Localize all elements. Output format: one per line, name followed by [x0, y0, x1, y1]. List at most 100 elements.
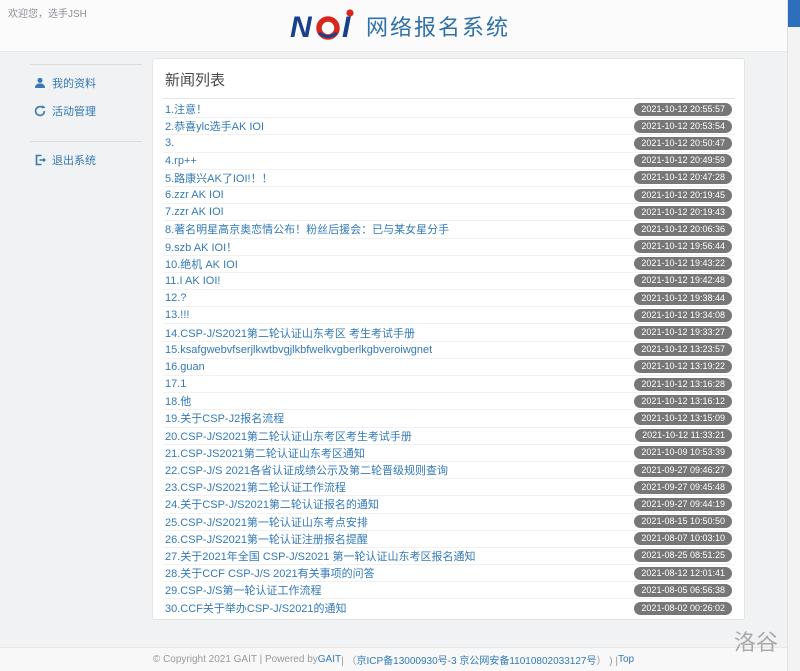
news-timestamp-badge: 2021-10-12 13:16:12 — [634, 395, 732, 408]
news-row: 27.关于2021年全国 CSP-J/S2021 第一轮认证山东考区报名通知20… — [163, 548, 734, 565]
news-link[interactable]: 9.szb AK IOI！ — [165, 239, 237, 255]
header: N I 网络报名系统 — [0, 0, 800, 52]
news-row: 17.12021-10-12 13:16:28 — [163, 376, 734, 393]
news-timestamp-badge: 2021-08-05 06:56:38 — [634, 584, 732, 597]
news-row: 11.I AK IOI! 2021-10-12 19:42:48 — [163, 273, 734, 290]
news-timestamp-badge: 2021-10-12 13:15:09 — [634, 412, 732, 425]
sidebar: 我的资料 活动管理 退出系统 — [30, 58, 142, 620]
news-row: 14.CSP-J/S2021第二轮认证山东考区 考生考试手册 2021-10-12… — [163, 324, 734, 341]
activity-icon — [34, 105, 46, 117]
logo-dot — [346, 9, 353, 16]
news-link[interactable]: 18.他 — [165, 393, 191, 409]
news-link[interactable]: 23.CSP-J/S2021第二轮认证工作流程 — [165, 479, 346, 495]
news-link[interactable]: 24.关于CSP-J/S2021第二轮认证报名的通知 — [165, 496, 379, 512]
news-link[interactable]: 22.CSP-J/S 2021各省认证成绩公示及第二轮晋级规则查询 — [165, 462, 448, 478]
news-link[interactable]: 21.CSP-JS2021第二轮认证山东考区通知 — [165, 445, 365, 461]
news-row: 7.zzr AK IOI 2021-10-12 20:19:43 — [163, 204, 734, 221]
news-link[interactable]: 19.关于CSP-J2报名流程 — [165, 410, 284, 426]
news-link[interactable]: 28.关于CCF CSP-J/S 2021有关事项的问答 — [165, 565, 375, 581]
icp-license-link[interactable]: 京ICP备13000930号-3 京公网安备11010802033127号 — [357, 652, 597, 667]
news-link[interactable]: 1.注意！ — [165, 101, 207, 117]
news-timestamp-badge: 2021-10-12 11:33:21 — [635, 429, 732, 442]
footer-separator: | （ — [341, 652, 356, 667]
news-row: 2.恭喜ylc选手AK IOI2021-10-12 20:53:54 — [163, 118, 734, 135]
logout-icon — [34, 154, 46, 166]
news-row: 30.CCF关于举办CSP-J/S2021的通知 2021-08-02 00:26… — [163, 599, 734, 616]
news-link[interactable]: 14.CSP-J/S2021第二轮认证山东考区 考生考试手册 — [165, 325, 415, 341]
news-timestamp-badge: 2021-10-12 20:47:28 — [634, 171, 732, 184]
news-timestamp-badge: 2021-09-27 09:46:27 — [634, 464, 732, 477]
news-row: 8.著名明星高京奥恋情公布！粉丝后援会：已与某女星分手 2021-10-12 20… — [163, 221, 734, 238]
news-link[interactable]: 15.ksafgwebvfserjlkwtbvgjlkbfwelkvgberlk… — [165, 344, 432, 356]
news-link[interactable]: 17.1 — [165, 378, 186, 390]
news-link[interactable]: 4.rp++ — [165, 155, 197, 167]
scrollbar[interactable] — [787, 0, 800, 671]
scrollbar-thumb[interactable] — [788, 0, 800, 27]
news-link[interactable]: 8.著名明星高京奥恋情公布！粉丝后援会：已与某女星分手 — [165, 221, 449, 237]
news-link[interactable]: 26.CSP-J/S2021第一轮认证注册报名提醒 — [165, 531, 368, 547]
news-row: 21.CSP-JS2021第二轮认证山东考区通知 2021-10-09 10:53… — [163, 445, 734, 462]
news-link[interactable]: 13.!!! — [165, 309, 189, 321]
news-timestamp-badge: 2021-10-12 19:42:48 — [634, 274, 732, 287]
gait-link[interactable]: GAIT — [318, 654, 341, 665]
news-timestamp-badge: 2021-10-12 19:38:44 — [634, 292, 732, 305]
news-link[interactable]: 30.CCF关于举办CSP-J/S2021的通知 — [165, 600, 347, 616]
sidebar-item-logout[interactable]: 退出系统 — [30, 146, 142, 174]
news-timestamp-badge: 2021-10-12 20:19:43 — [634, 206, 732, 219]
news-link[interactable]: 2.恭喜ylc选手AK IOI — [165, 118, 264, 134]
news-timestamp-badge: 2021-10-12 13:19:22 — [634, 360, 732, 373]
news-row: 24.关于CSP-J/S2021第二轮认证报名的通知2021-09-27 09:… — [163, 496, 734, 513]
sidebar-item-activity-management[interactable]: 活动管理 — [30, 97, 142, 125]
sidebar-item-label: 活动管理 — [52, 103, 96, 119]
news-link[interactable]: 12.? — [165, 292, 186, 304]
news-timestamp-badge: 2021-09-27 09:45:48 — [634, 481, 732, 494]
news-link[interactable]: 5.路康兴AK了IOI!！！ — [165, 170, 273, 186]
news-row: 18.他 2021-10-12 13:16:12 — [163, 393, 734, 410]
sidebar-item-label: 我的资料 — [52, 75, 96, 91]
welcome-text: 欢迎您，选手JSH — [8, 5, 87, 20]
news-timestamp-badge: 2021-10-09 10:53:39 — [634, 446, 732, 459]
news-timestamp-badge: 2021-10-12 20:06:36 — [634, 223, 732, 236]
news-row: 19.关于CSP-J2报名流程 2021-10-12 13:15:09 — [163, 410, 734, 427]
noi-logo-icon: N I — [290, 6, 356, 46]
sidebar-item-my-profile[interactable]: 我的资料 — [30, 69, 142, 97]
news-row: 12.? 2021-10-12 19:38:44 — [163, 290, 734, 307]
footer: © Copyright 2021 GAIT | Powered by GAIT … — [0, 647, 787, 671]
news-link[interactable]: 7.zzr AK IOI — [165, 206, 224, 218]
news-link[interactable]: 3. — [165, 137, 174, 149]
news-link[interactable]: 25.CSP-J/S2021第一轮认证山东考点安排 — [165, 514, 368, 530]
news-timestamp-badge: 2021-10-12 19:33:27 — [634, 326, 732, 339]
news-list-title: 新闻列表 — [163, 67, 734, 99]
news-row: 3. 2021-10-12 20:50:47 — [163, 135, 734, 152]
news-timestamp-badge: 2021-10-12 20:19:45 — [634, 189, 732, 202]
news-timestamp-badge: 2021-10-12 20:49:59 — [634, 154, 732, 167]
news-link[interactable]: 20.CSP-J/S2021第二轮认证山东考区考生考试手册 — [165, 428, 412, 444]
news-link[interactable]: 27.关于2021年全国 CSP-J/S2021 第一轮认证山东考区报名通知 — [165, 548, 476, 564]
news-link[interactable]: 29.CSP-J/S第一轮认证工作流程 — [165, 582, 321, 598]
news-link[interactable]: 10.绝机 AK IOI — [165, 256, 238, 272]
news-row: 25.CSP-J/S2021第一轮认证山东考点安排 2021-08-15 10:5… — [163, 514, 734, 531]
news-timestamp-badge: 2021-10-12 20:50:47 — [634, 137, 732, 150]
news-row: 15.ksafgwebvfserjlkwtbvgjlkbfwelkvgberlk… — [163, 342, 734, 359]
news-timestamp-badge: 2021-08-15 10:50:50 — [634, 515, 732, 528]
news-row: 10.绝机 AK IOI2021-10-12 19:43:22 — [163, 256, 734, 273]
news-row: 28.关于CCF CSP-J/S 2021有关事项的问答2021-08-12 1… — [163, 565, 734, 582]
news-row: 29.CSP-J/S第一轮认证工作流程 2021-08-05 06:56:38 — [163, 582, 734, 599]
news-link[interactable]: 11.I AK IOI! — [165, 275, 220, 287]
news-timestamp-badge: 2021-10-12 13:23:57 — [634, 343, 732, 356]
news-row: 16.guan 2021-10-12 13:19:22 — [163, 359, 734, 376]
news-row: 13.!!! 2021-10-12 19:34:08 — [163, 307, 734, 324]
news-row: 4.rp++ 2021-10-12 20:49:59 — [163, 153, 734, 170]
news-timestamp-badge: 2021-08-02 00:26:02 — [634, 602, 732, 615]
news-row: 20.CSP-J/S2021第二轮认证山东考区考生考试手册 2021-10-12 … — [163, 428, 734, 445]
news-timestamp-badge: 2021-10-12 19:34:08 — [634, 309, 732, 322]
news-panel: 新闻列表 1.注意！ 2021-10-12 20:55:57 2.恭喜ylc选手AK… — [152, 58, 745, 620]
news-row: 9.szb AK IOI！2021-10-12 19:56:44 — [163, 239, 734, 256]
news-timestamp-badge: 2021-10-12 20:55:57 — [634, 103, 732, 116]
news-link[interactable]: 6.zzr AK IOI — [165, 189, 224, 201]
news-link[interactable]: 16.guan — [165, 361, 205, 373]
news-row: 26.CSP-J/S2021第一轮认证注册报名提醒2021-08-07 10:0… — [163, 531, 734, 548]
back-to-top-link[interactable]: Top — [618, 654, 634, 665]
page-title: 网络报名系统 — [366, 10, 510, 42]
news-row: 6.zzr AK IOI 2021-10-12 20:19:45 — [163, 187, 734, 204]
